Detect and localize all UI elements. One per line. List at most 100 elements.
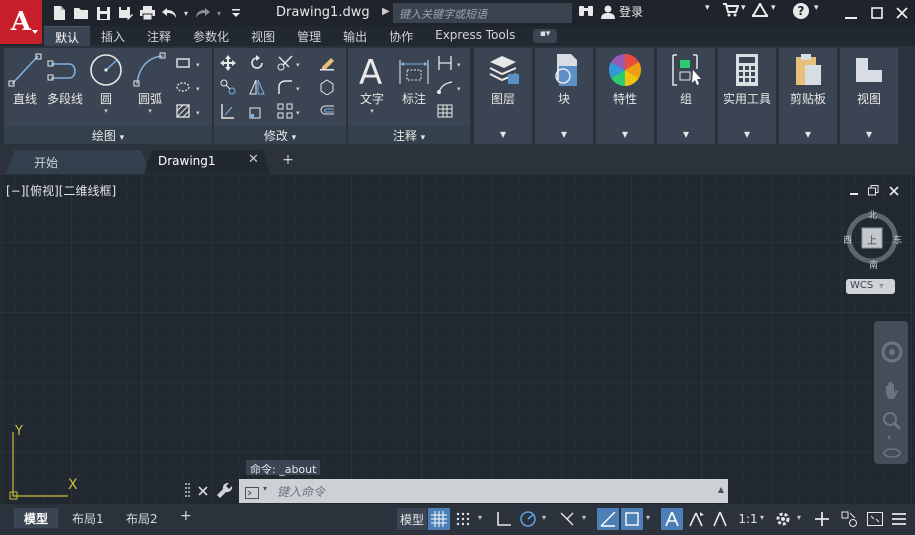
annotation-scale-value[interactable]: 1:1 <box>735 508 761 530</box>
tab-view[interactable]: 视图 <box>240 26 286 46</box>
annotation-scale-icon[interactable] <box>709 508 731 530</box>
snap-dropdown-icon[interactable]: ▾ <box>478 513 482 522</box>
binoculars-icon[interactable] <box>578 3 594 17</box>
tab-output[interactable]: 输出 <box>332 26 378 46</box>
steering-wheel-icon[interactable] <box>881 341 903 367</box>
compass-south[interactable]: 南 <box>869 258 878 271</box>
view-panel[interactable]: 视图 ▾ <box>840 48 898 144</box>
zoom-dropdown-icon[interactable]: ▾ <box>887 433 891 442</box>
zoom-icon[interactable] <box>882 411 902 435</box>
layout-tab-model[interactable]: 模型 <box>14 508 59 528</box>
layers-tool[interactable]: 图层 <box>474 52 532 107</box>
undo-dropdown-icon[interactable]: ▾ <box>182 4 190 22</box>
help-button[interactable]: ? <box>793 3 809 19</box>
properties-tool[interactable]: 特性 <box>596 52 654 107</box>
text-tool[interactable]: A 文字 ▾ <box>352 52 392 115</box>
wcs-menu[interactable]: WCS ▿ <box>846 279 895 294</box>
save-icon[interactable] <box>94 4 113 22</box>
command-prompt-icon[interactable] <box>245 484 259 503</box>
new-file-icon[interactable] <box>50 4 69 22</box>
annotation-visibility-icon[interactable] <box>661 508 683 530</box>
utilities-expand-icon[interactable]: ▾ <box>718 126 776 144</box>
leader-icon[interactable] <box>436 78 454 96</box>
login-dropdown-icon[interactable]: ▾ <box>705 3 710 13</box>
gradient-icon[interactable] <box>174 102 192 120</box>
viewport-close-icon[interactable] <box>889 185 899 199</box>
login-button[interactable]: 登录 <box>601 3 643 20</box>
viewport-controls-label[interactable]: [−][俯视][二维线框] <box>6 182 116 199</box>
cart-icon[interactable] <box>723 3 739 17</box>
draw-panel-title[interactable]: 绘图 ▾ <box>4 126 212 144</box>
hatch-dropdown-icon[interactable]: ▾ <box>196 85 200 93</box>
annotation-panel-title[interactable]: 注释 ▾ <box>348 126 470 144</box>
stretch-icon[interactable] <box>219 102 237 120</box>
clipboard-expand-icon[interactable]: ▾ <box>779 126 837 144</box>
fillet-dropdown-icon[interactable]: ▾ <box>296 85 300 93</box>
circle-tool[interactable]: 圆 ▾ <box>88 52 124 115</box>
properties-panel[interactable]: 特性 ▾ <box>596 48 654 144</box>
utilities-panel[interactable]: 实用工具 ▾ <box>718 48 776 144</box>
redo-icon[interactable] <box>193 4 212 22</box>
tab-collaborate[interactable]: 协作 <box>378 26 424 46</box>
block-panel[interactable]: 块 ▾ <box>535 48 593 144</box>
ortho-icon[interactable] <box>493 508 515 530</box>
line-tool[interactable]: 直线 <box>6 52 44 107</box>
compass-east[interactable]: 东 <box>893 233 902 246</box>
arc-dropdown-icon[interactable]: ▾ <box>130 107 170 115</box>
view-expand-icon[interactable]: ▾ <box>840 126 898 144</box>
annotation-monitor-plus-icon[interactable] <box>811 508 833 530</box>
mirror-icon[interactable] <box>248 78 266 96</box>
save-as-icon[interactable] <box>116 4 135 22</box>
auto-scale-icon[interactable] <box>685 508 707 530</box>
tab-express-tools[interactable]: Express Tools <box>424 26 526 46</box>
rectangle-dropdown-icon[interactable]: ▾ <box>196 61 200 69</box>
erase-icon[interactable] <box>318 54 336 72</box>
snap-mode-icon[interactable] <box>452 508 474 530</box>
group-tool[interactable]: 组 <box>657 52 715 107</box>
layers-expand-icon[interactable]: ▾ <box>474 126 532 144</box>
print-icon[interactable] <box>138 4 157 22</box>
command-input[interactable]: ▾ 键入命令 ▲ <box>239 479 728 503</box>
block-expand-icon[interactable]: ▾ <box>535 126 593 144</box>
rotate-icon[interactable] <box>248 54 266 72</box>
fillet-icon[interactable] <box>276 78 294 96</box>
customize-toolbar-icon[interactable] <box>226 4 245 22</box>
explode-icon[interactable] <box>318 78 336 96</box>
drawing-canvas[interactable] <box>0 176 915 504</box>
hatch-icon[interactable] <box>174 78 192 96</box>
undo-icon[interactable] <box>160 4 179 22</box>
minimize-button[interactable] <box>840 3 862 23</box>
gradient-dropdown-icon[interactable]: ▾ <box>196 109 200 117</box>
viewport-minimize-icon[interactable] <box>849 185 859 199</box>
object-snap-icon[interactable] <box>621 508 643 530</box>
search-input[interactable]: 键入关键字或短语 <box>393 3 572 23</box>
table-icon[interactable] <box>436 102 454 120</box>
layout-tab-layout1[interactable]: 布局1 <box>62 508 114 528</box>
groups-panel[interactable]: 组 ▾ <box>657 48 715 144</box>
workspace-dropdown-icon[interactable]: ▾ <box>797 513 801 522</box>
rectangle-icon[interactable] <box>174 54 192 72</box>
viewcube[interactable]: 北 南 东 西 上 <box>843 208 902 271</box>
recent-commands-dropdown-icon[interactable]: ▾ <box>263 484 267 493</box>
a360-dropdown-icon[interactable]: ▾ <box>771 3 776 13</box>
circle-dropdown-icon[interactable]: ▾ <box>88 107 124 115</box>
array-dropdown-icon[interactable]: ▾ <box>296 109 300 117</box>
isometric-drafting-icon[interactable] <box>556 508 578 530</box>
tab-manage[interactable]: 管理 <box>286 26 332 46</box>
fullscreen-icon[interactable] <box>864 508 886 530</box>
layers-panel[interactable]: 图层 ▾ <box>474 48 532 144</box>
copy-icon[interactable] <box>219 78 237 96</box>
isolate-objects-icon[interactable] <box>838 508 860 530</box>
clipboard-panel[interactable]: 剪贴板 ▾ <box>779 48 837 144</box>
annotation-scale-dropdown-icon[interactable]: ▾ <box>760 513 764 522</box>
orbit-icon[interactable] <box>883 445 901 464</box>
tab-start[interactable]: 开始 <box>6 150 150 174</box>
utilities-tool[interactable]: 实用工具 <box>718 52 776 107</box>
compass-west[interactable]: 西 <box>843 233 852 246</box>
command-history-toggle-icon[interactable]: ▲ <box>718 485 724 494</box>
arc-tool[interactable]: 圆弧 ▾ <box>130 52 170 115</box>
layout-tab-layout2[interactable]: 布局2 <box>116 508 168 528</box>
scale-icon[interactable] <box>248 102 266 120</box>
customize-status-bar-icon[interactable] <box>888 508 910 530</box>
viewport-restore-icon[interactable] <box>868 185 879 199</box>
